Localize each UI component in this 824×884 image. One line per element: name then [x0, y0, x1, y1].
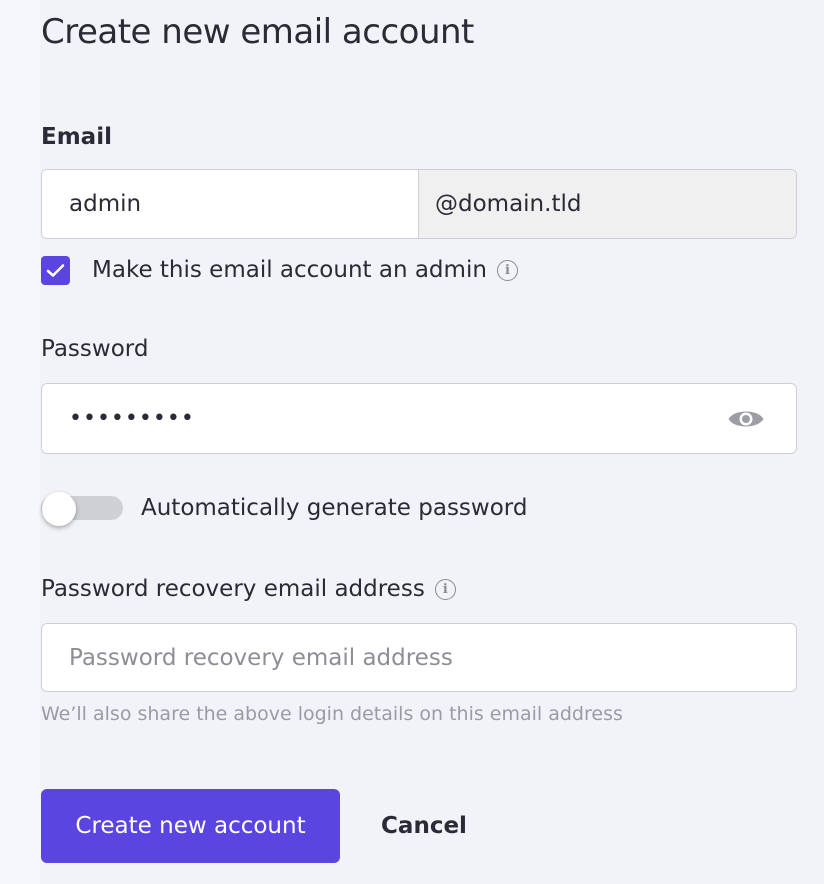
- admin-checkbox-label: Make this email account an admin: [92, 257, 487, 283]
- email-local-input[interactable]: [42, 170, 418, 238]
- info-icon[interactable]: i: [496, 259, 518, 281]
- recovery-email-input[interactable]: [42, 624, 796, 691]
- email-domain-suffix: @domain.tld: [418, 170, 796, 238]
- recovery-email-hint: We’ll also share the above login details…: [41, 703, 623, 725]
- eye-icon: [728, 411, 764, 426]
- admin-checkbox-row: Make this email account an admin i: [41, 254, 518, 286]
- page-title: Create new email account: [41, 12, 474, 52]
- cancel-button[interactable]: Cancel: [370, 789, 478, 863]
- toggle-password-visibility-button[interactable]: [726, 404, 766, 434]
- toggle-knob: [42, 492, 76, 526]
- password-label: Password: [41, 336, 149, 362]
- admin-checkbox[interactable]: [41, 255, 70, 285]
- email-field-group: @domain.tld: [41, 169, 797, 239]
- recovery-email-label: Password recovery email address: [41, 576, 425, 602]
- email-label: Email: [41, 124, 112, 150]
- auto-generate-row: Automatically generate password: [41, 490, 527, 526]
- create-account-button[interactable]: Create new account: [41, 789, 340, 863]
- auto-generate-label: Automatically generate password: [141, 495, 528, 521]
- password-input[interactable]: [42, 384, 726, 453]
- password-field: [41, 383, 797, 454]
- recovery-email-label-row: Password recovery email address i: [41, 576, 456, 602]
- checkmark-icon: [46, 263, 65, 277]
- auto-generate-toggle[interactable]: [41, 492, 123, 526]
- recovery-email-field: [41, 623, 797, 692]
- left-edge-strip: [0, 0, 40, 884]
- info-icon[interactable]: i: [434, 578, 456, 600]
